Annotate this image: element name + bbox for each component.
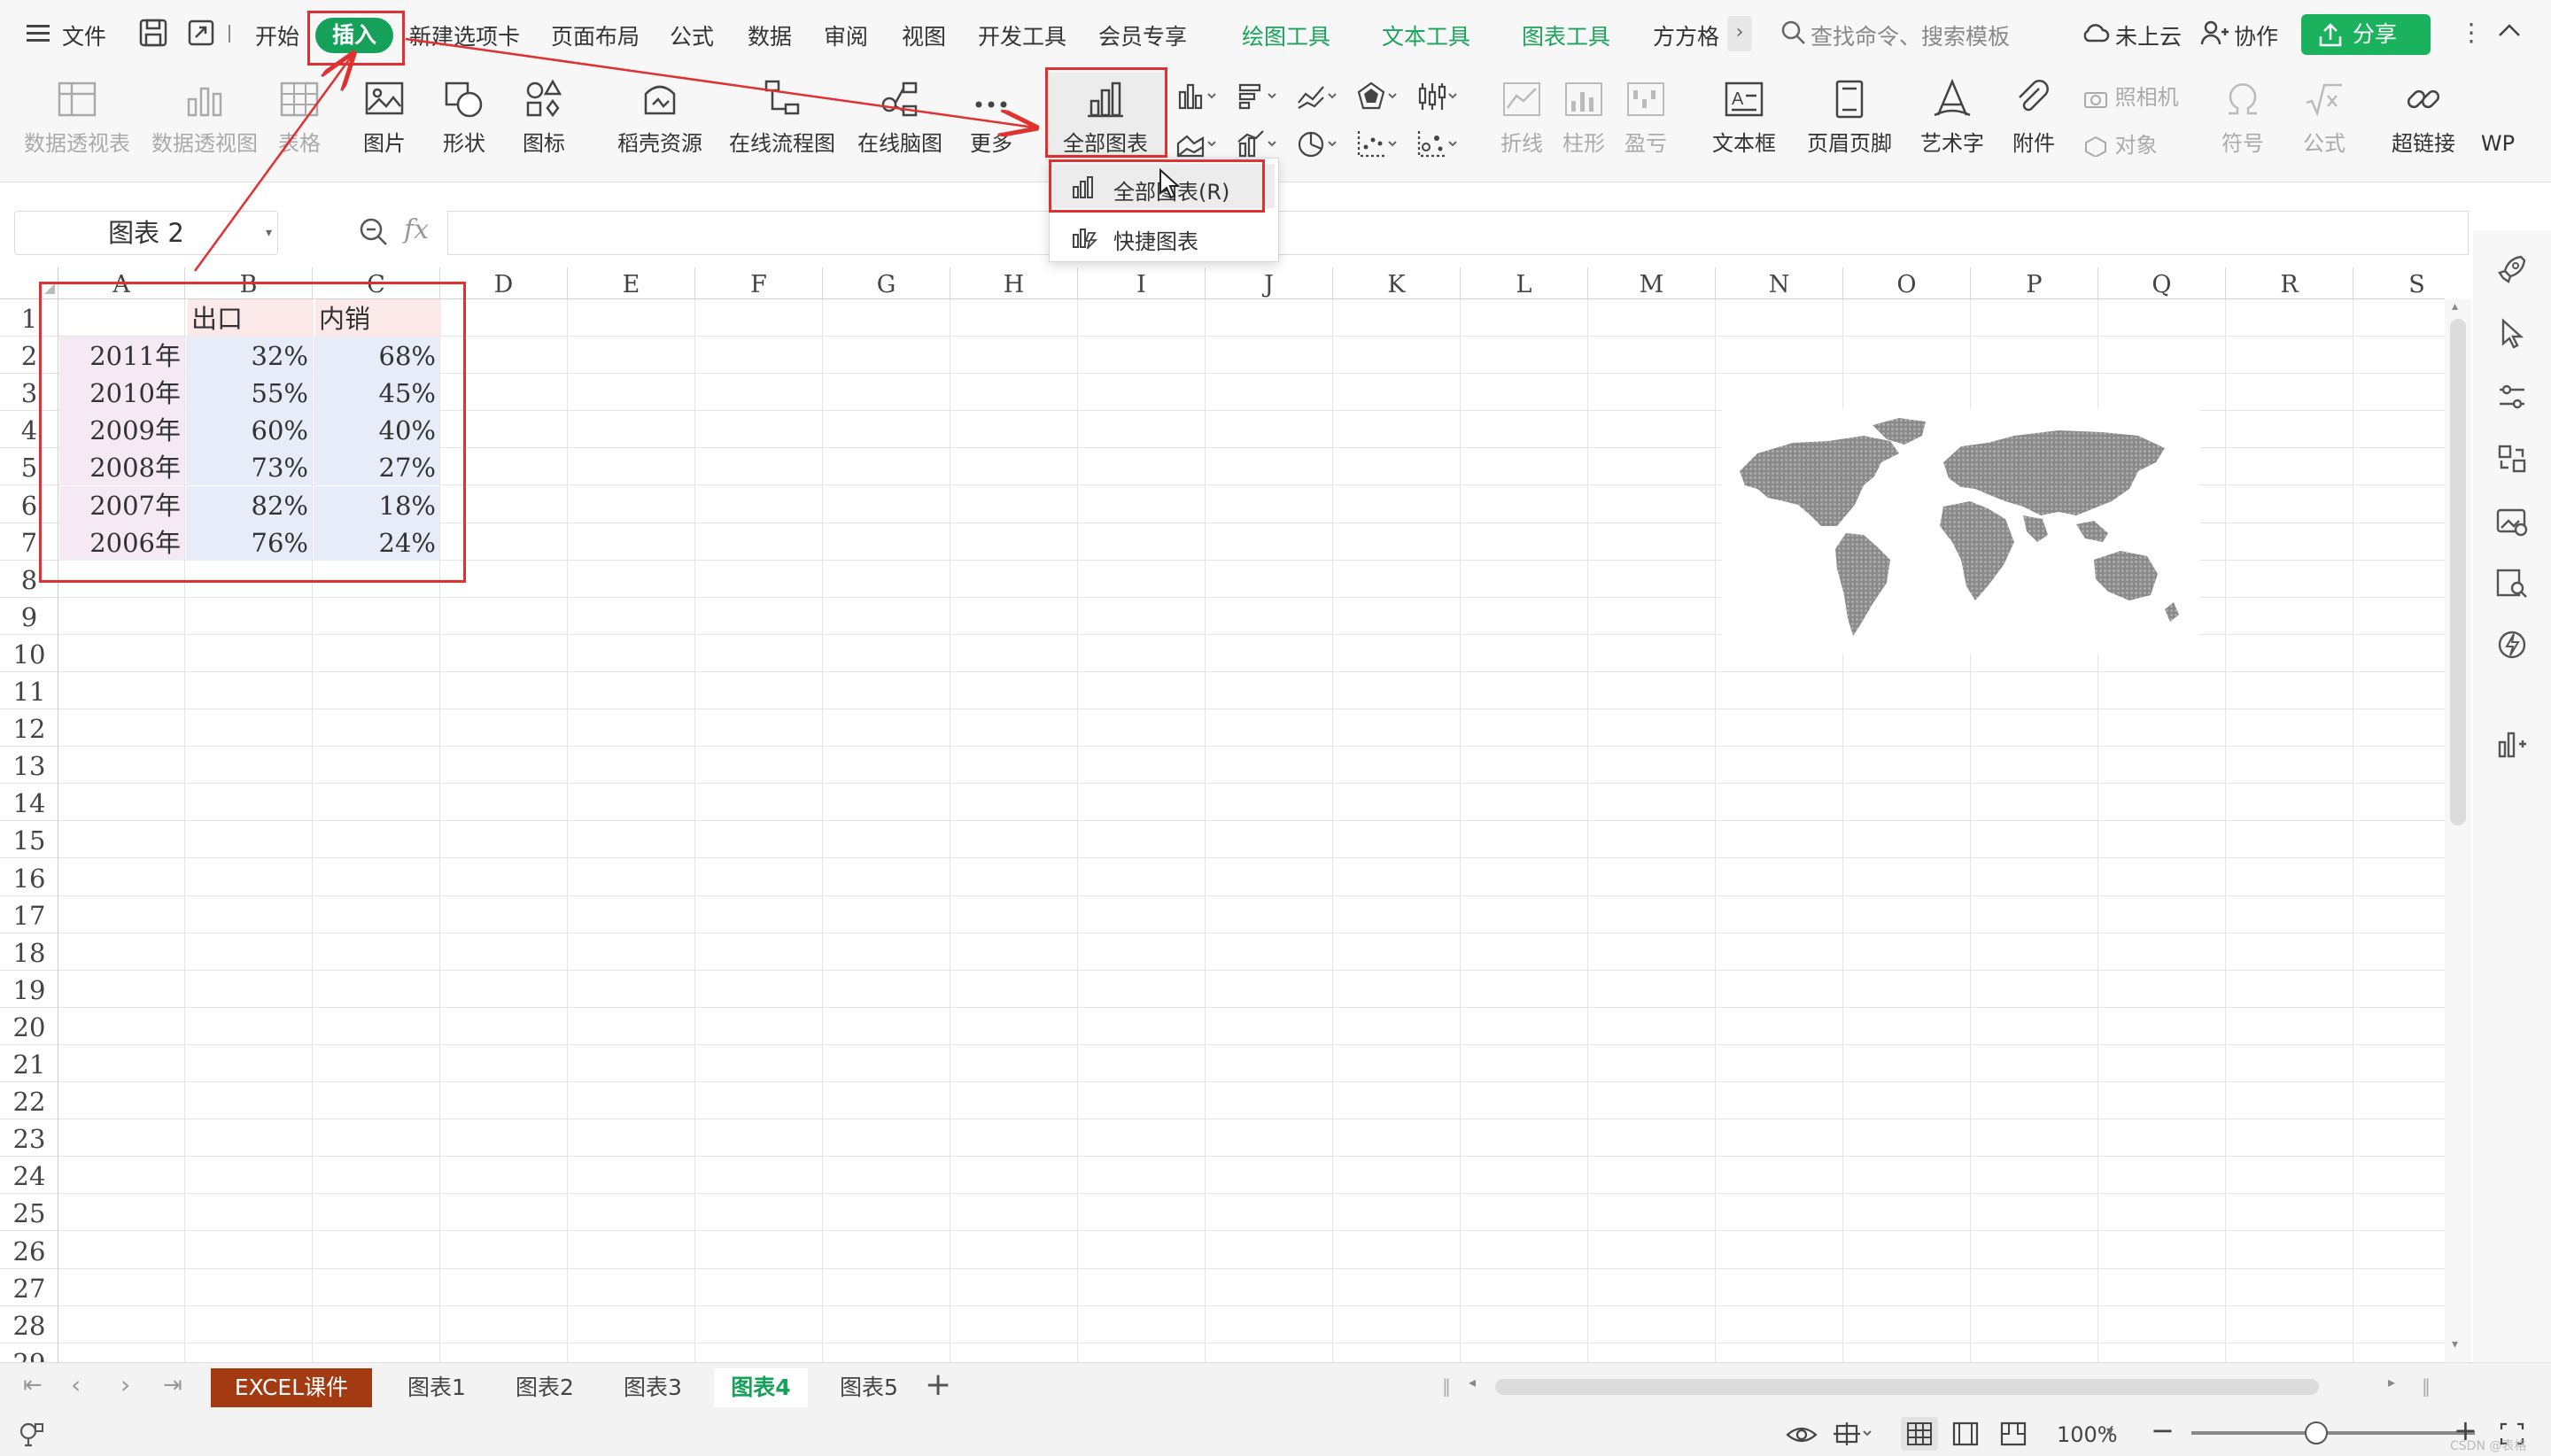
- grid-hline: [58, 746, 2445, 747]
- book-search-icon[interactable]: [2494, 565, 2530, 600]
- grid-hline: [58, 1305, 2445, 1306]
- grid-hline: [58, 1043, 2445, 1045]
- last-sheet-icon[interactable]: ⇥: [163, 1372, 182, 1398]
- image-settings-icon[interactable]: [2494, 503, 2530, 538]
- row-header-12[interactable]: 12: [0, 709, 58, 747]
- tabbar-splitter-right[interactable]: ‖: [2422, 1375, 2431, 1397]
- row-header-29[interactable]: 29: [0, 1344, 58, 1362]
- horizontal-scrollbar[interactable]: ◂ ▸: [1465, 1374, 2404, 1400]
- page-break-view-icon[interactable]: [1998, 1421, 2028, 1447]
- grid-hline: [58, 1342, 2445, 1344]
- row-header-28[interactable]: 28: [0, 1306, 58, 1344]
- normal-view-button[interactable]: [1901, 1417, 1938, 1451]
- hscroll-right-icon[interactable]: ▸: [2388, 1374, 2395, 1390]
- row-header-10[interactable]: 10: [0, 635, 58, 672]
- page-layout-view-icon[interactable]: [1950, 1421, 1981, 1447]
- status-bar: 100% ▾ − + CSDN @表格: [0, 1412, 2551, 1456]
- row-header-20[interactable]: 20: [0, 1008, 58, 1045]
- row-header-14[interactable]: 14: [0, 784, 58, 822]
- dropdown-item-highlight: [1049, 159, 1265, 213]
- zoom-slider[interactable]: [2191, 1421, 2475, 1444]
- hscroll-thumb[interactable]: [1495, 1379, 2319, 1395]
- sheet-tab-excel-course[interactable]: EXCEL课件: [211, 1368, 372, 1407]
- row-header-15[interactable]: 15: [0, 821, 58, 859]
- sheet-tab-chart2[interactable]: 图表2: [498, 1368, 592, 1407]
- vertical-scrollbar[interactable]: ▴ ▾: [2445, 299, 2471, 1362]
- mouse-cursor-icon: [1159, 168, 1181, 199]
- sheet-tab-bar: ⇤ ‹ › ⇥ EXCEL课件 图表1 图表2 图表3 图表4 图表5 + ‖ …: [0, 1362, 2551, 1412]
- grid-hline: [58, 1193, 2445, 1195]
- next-sheet-icon[interactable]: ›: [120, 1370, 130, 1399]
- grid-hline: [58, 1230, 2445, 1232]
- dropdown-item-quick-chart-label: 快捷图表: [1113, 229, 1198, 254]
- sheet-tab-chart4[interactable]: 图表4: [714, 1368, 808, 1407]
- scroll-thumb[interactable]: [2450, 319, 2466, 825]
- row-header-19[interactable]: 19: [0, 971, 58, 1008]
- grid-hline: [58, 857, 2445, 859]
- row-header-27[interactable]: 27: [0, 1269, 58, 1306]
- select-pointer-icon[interactable]: [2494, 315, 2530, 351]
- row-header-24[interactable]: 24: [0, 1157, 58, 1195]
- transform-icon[interactable]: [2494, 441, 2530, 476]
- right-sidebar: •••: [2473, 230, 2551, 1399]
- hscroll-left-icon[interactable]: ◂: [1469, 1374, 1476, 1390]
- sheet-tab-chart3[interactable]: 图表3: [606, 1368, 700, 1407]
- row-header-22[interactable]: 22: [0, 1082, 58, 1120]
- freeze-panes-icon[interactable]: [1832, 1421, 1874, 1447]
- row-header-25[interactable]: 25: [0, 1194, 58, 1232]
- row-header-11[interactable]: 11: [0, 672, 58, 709]
- lightning-circle-icon[interactable]: [2494, 627, 2530, 662]
- dropdown-item-quick-chart[interactable]: 快捷图表: [1053, 213, 1275, 258]
- grid-hline: [58, 783, 2445, 785]
- prev-sheet-icon[interactable]: ‹: [71, 1370, 81, 1399]
- macro-record-icon[interactable]: [18, 1421, 46, 1449]
- row-header-18[interactable]: 18: [0, 933, 58, 971]
- watermark: CSDN @表格: [2450, 1439, 2527, 1453]
- first-sheet-icon[interactable]: ⇤: [23, 1372, 43, 1398]
- row-header-13[interactable]: 13: [0, 747, 58, 785]
- zoom-out-icon[interactable]: −: [2151, 1413, 2175, 1447]
- sheet-tab-chart1[interactable]: 图表1: [390, 1368, 484, 1407]
- grid-hline: [58, 1267, 2445, 1269]
- sheet-tab-chart5[interactable]: 图表5: [822, 1368, 916, 1407]
- grid-hline: [58, 895, 2445, 896]
- grid-hline: [58, 1006, 2445, 1008]
- grid-hline: [58, 820, 2445, 822]
- annotation-arrows: [193, 37, 2551, 272]
- grid-view-icon: [1907, 1422, 1932, 1445]
- rocket-icon[interactable]: [2494, 252, 2530, 287]
- zoom-slider-handle[interactable]: [2305, 1421, 2328, 1444]
- row-header-17[interactable]: 17: [0, 896, 58, 933]
- quick-chart-icon: [1073, 228, 1097, 249]
- grid-hline: [58, 670, 2445, 672]
- add-chart-icon[interactable]: [2494, 726, 2530, 762]
- row-header-16[interactable]: 16: [0, 859, 58, 896]
- sliders-icon[interactable]: [2494, 379, 2530, 414]
- zoom-dropdown-icon[interactable]: ▾: [2106, 1422, 2113, 1439]
- row-header-21[interactable]: 21: [0, 1045, 58, 1082]
- grid-hline: [58, 969, 2445, 971]
- add-sheet-icon[interactable]: +: [925, 1367, 951, 1403]
- grid-hline: [58, 1081, 2445, 1082]
- row-header-26[interactable]: 26: [0, 1232, 58, 1269]
- scroll-down-icon[interactable]: ▾: [2452, 1337, 2458, 1351]
- grid-hline: [58, 1156, 2445, 1158]
- eye-protection-icon[interactable]: [1784, 1421, 1819, 1447]
- tabbar-splitter[interactable]: ‖: [1442, 1375, 1451, 1397]
- row-header-23[interactable]: 23: [0, 1119, 58, 1158]
- scroll-up-icon[interactable]: ▴: [2452, 299, 2458, 314]
